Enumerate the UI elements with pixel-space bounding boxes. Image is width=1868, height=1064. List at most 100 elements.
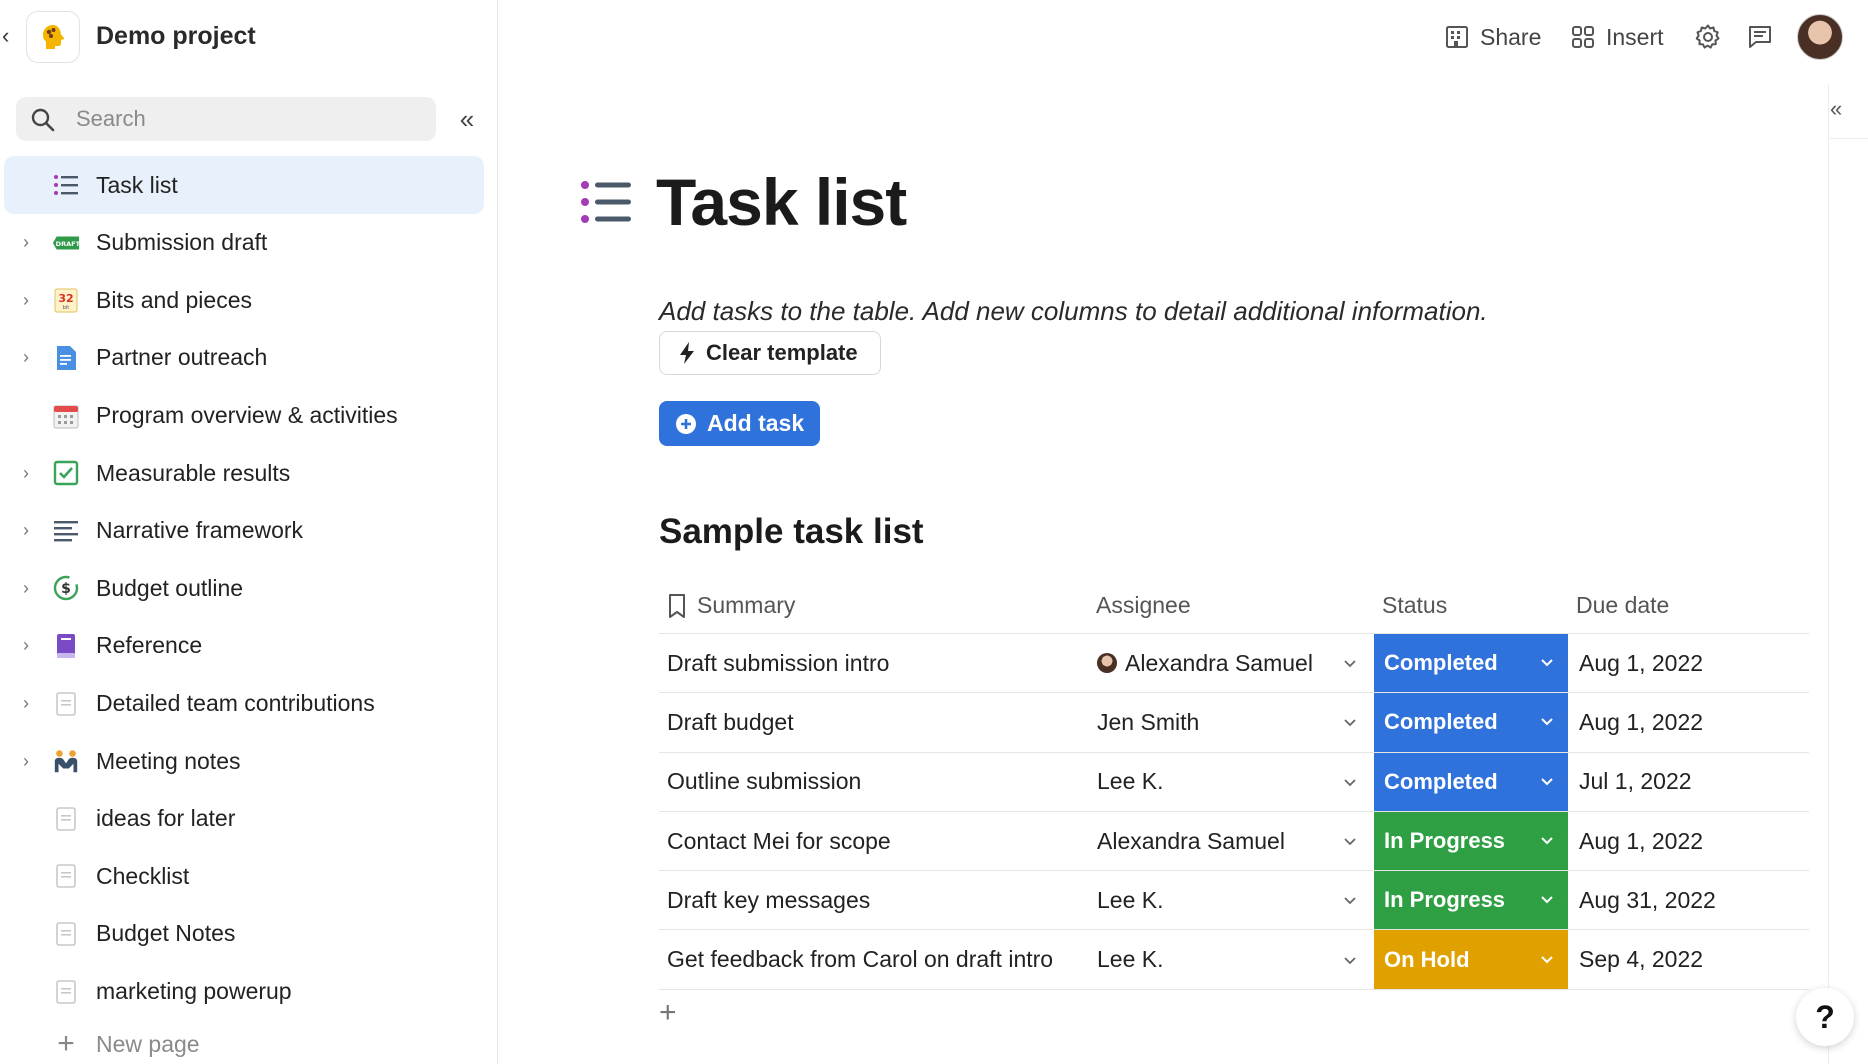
chevron-down-icon[interactable] (1343, 693, 1357, 751)
dollar-cycle-icon: $ (52, 574, 80, 602)
column-header-label: Summary (697, 592, 796, 618)
settings-button[interactable] (1694, 20, 1732, 54)
assignee-cell[interactable]: Jen Smith (1097, 693, 1199, 751)
sidebar-item-label: Task list (96, 171, 178, 198)
sidebar-item[interactable]: ideas for later (4, 790, 484, 848)
sidebar-item[interactable]: › Meeting notes (4, 732, 484, 790)
chevron-down-icon[interactable] (1343, 871, 1357, 929)
clear-template-button[interactable]: Clear template (659, 331, 881, 375)
new-page-button[interactable]: + New page (4, 1020, 484, 1064)
back-chevron-icon[interactable]: ‹ (2, 25, 16, 47)
summary-cell[interactable]: Draft submission intro (667, 634, 889, 692)
status-badge[interactable]: In Progress (1374, 871, 1568, 930)
search-input[interactable] (76, 97, 416, 141)
sidebar-item[interactable]: › Detailed team contributions (4, 675, 484, 733)
chevron-down-icon (1541, 837, 1553, 845)
status-badge[interactable]: Completed (1374, 752, 1568, 811)
sidebar-item[interactable]: marketing powerup (4, 963, 484, 1021)
chevron-right-icon[interactable]: › (18, 578, 34, 599)
chevron-down-icon (1541, 778, 1553, 786)
sidebar-item[interactable]: › Narrative framework (4, 502, 484, 560)
assignee-cell[interactable]: Alexandra Samuel (1097, 812, 1285, 870)
chevron-right-icon[interactable]: › (18, 635, 34, 656)
expand-right-panel-icon[interactable]: « (1830, 96, 1842, 122)
chevron-down-icon[interactable] (1343, 812, 1357, 870)
due-date-cell[interactable]: Sep 4, 2022 (1579, 930, 1703, 988)
assignee-name: Lee K. (1097, 886, 1164, 913)
summary-cell[interactable]: Get feedback from Carol on draft intro (667, 930, 1053, 988)
summary-cell[interactable]: Draft budget (667, 693, 794, 751)
add-row-icon[interactable]: + (659, 998, 677, 1028)
status-badge[interactable]: Completed (1374, 693, 1568, 752)
chevron-right-icon[interactable]: › (18, 693, 34, 714)
project-title[interactable]: Demo project (96, 22, 256, 51)
column-header-assignee[interactable]: Assignee (1096, 592, 1191, 619)
due-date-cell[interactable]: Aug 1, 2022 (1579, 812, 1703, 870)
table-row[interactable]: Get feedback from Carol on draft intro Le… (659, 930, 1809, 990)
assignee-name: Lee K. (1097, 946, 1164, 973)
assignee-cell[interactable]: Lee K. (1097, 753, 1164, 811)
assignee-cell[interactable]: Lee K. (1097, 930, 1164, 988)
chevron-right-icon[interactable]: › (18, 290, 34, 311)
sidebar-item[interactable]: Checklist (4, 848, 484, 906)
column-header-status[interactable]: Status (1382, 592, 1447, 619)
chevron-down-icon[interactable] (1343, 930, 1357, 988)
chevron-right-icon[interactable]: › (18, 232, 34, 253)
task-list-page-icon (581, 181, 631, 223)
table-row[interactable]: Draft key messages Lee K. In Progress Aug 3… (659, 871, 1809, 931)
table-row[interactable]: Outline submission Lee K. Completed Jul 1, … (659, 752, 1809, 812)
due-date-cell[interactable]: Aug 31, 2022 (1579, 871, 1716, 929)
table-row[interactable]: Draft submission intro Alexandra Samuel Co… (659, 634, 1809, 694)
chevron-right-icon[interactable]: › (18, 463, 34, 484)
due-date-cell[interactable]: Jul 1, 2022 (1579, 753, 1692, 811)
summary-cell[interactable]: Contact Mei for scope (667, 812, 891, 870)
sidebar-item[interactable]: › 32 bit Bits and pieces (4, 272, 484, 330)
share-button[interactable]: Share (1444, 20, 1541, 54)
page-list: Task list › DRAFT Submission draft › 32 bit Bit… (4, 156, 484, 1064)
add-task-button[interactable]: Add task (659, 401, 820, 446)
due-date-text: Aug 1, 2022 (1579, 649, 1704, 676)
sidebar-search[interactable] (16, 97, 436, 141)
comments-button[interactable] (1746, 20, 1784, 54)
insert-button[interactable]: Insert (1570, 20, 1664, 54)
sidebar-item[interactable]: › Partner outreach (4, 329, 484, 387)
sidebar-item[interactable]: Budget Notes (4, 905, 484, 963)
summary-cell[interactable]: Outline submission (667, 753, 861, 811)
table-header: Summary Assignee Status Due date (659, 580, 1809, 634)
summary-cell[interactable]: Draft key messages (667, 871, 870, 929)
chevron-right-icon[interactable]: › (18, 520, 34, 541)
summary-text: Draft budget (667, 708, 794, 735)
table-row[interactable]: Draft budget Jen Smith Completed Aug 1, 202… (659, 693, 1809, 753)
sidebar-item[interactable]: › DRAFT Submission draft (4, 214, 484, 272)
due-date-cell[interactable]: Aug 1, 2022 (1579, 693, 1703, 751)
user-avatar[interactable] (1797, 14, 1843, 60)
status-label: On Hold (1384, 946, 1470, 972)
column-header-due-date[interactable]: Due date (1576, 592, 1669, 619)
svg-text:bit: bit (63, 305, 70, 311)
chevron-down-icon (1541, 896, 1553, 904)
status-badge[interactable]: In Progress (1374, 811, 1568, 871)
chevron-down-icon[interactable] (1343, 634, 1357, 692)
assignee-cell[interactable]: Alexandra Samuel (1097, 634, 1313, 692)
collapse-sidebar-icon[interactable]: « (452, 104, 482, 134)
sidebar-item[interactable]: Task list (4, 156, 484, 214)
sidebar-item[interactable]: › Measurable results (4, 444, 484, 502)
task-table: Summary Assignee Status Due date Draft s… (659, 580, 1809, 990)
column-header-summary[interactable]: Summary (667, 592, 795, 619)
plus-icon: + (57, 1027, 75, 1061)
assignee-cell[interactable]: Lee K. (1097, 871, 1164, 929)
sidebar-item[interactable]: Program overview & activities (4, 387, 484, 445)
due-date-cell[interactable]: Aug 1, 2022 (1579, 634, 1703, 692)
sidebar-item[interactable]: › Reference (4, 617, 484, 675)
book-icon (52, 632, 80, 660)
sidebar-item[interactable]: › $ Budget outline (4, 560, 484, 618)
status-badge[interactable]: On Hold (1374, 930, 1568, 989)
status-badge[interactable]: Completed (1374, 634, 1568, 693)
chevron-right-icon[interactable]: › (18, 347, 34, 368)
help-button[interactable]: ? (1796, 988, 1854, 1046)
chevron-right-icon[interactable]: › (18, 751, 34, 772)
status-label: Completed (1384, 768, 1498, 794)
chevron-down-icon[interactable] (1343, 753, 1357, 811)
table-row[interactable]: Contact Mei for scope Alexandra Samuel In … (659, 811, 1809, 872)
project-logo-icon[interactable] (26, 11, 80, 63)
